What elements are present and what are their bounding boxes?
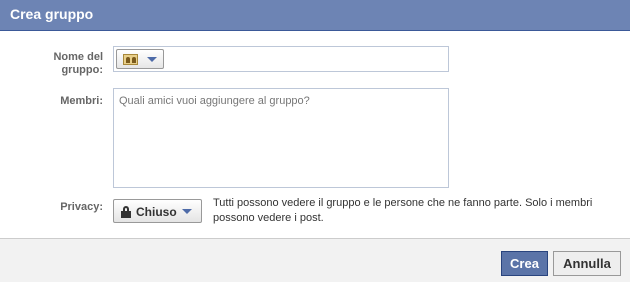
group-name-input[interactable] [166, 49, 446, 69]
create-button[interactable]: Crea [501, 251, 548, 276]
chevron-down-icon [147, 57, 157, 62]
group-icon-selector[interactable] [116, 49, 164, 69]
lock-icon [121, 206, 131, 218]
create-group-dialog: Crea gruppo Nome del gruppo: Membri: Qua… [0, 0, 630, 282]
privacy-value: Chiuso [136, 205, 177, 219]
group-name-field [113, 46, 449, 72]
dialog-footer: Crea Annulla [0, 238, 630, 282]
group-name-label: Nome del gruppo: [10, 51, 103, 77]
privacy-description: Tutti possono vedere il gruppo e le pers… [213, 197, 593, 224]
group-name-label-line2: gruppo: [61, 64, 103, 76]
privacy-label: Privacy: [60, 201, 103, 213]
group-name-label-line1: Nome del [53, 51, 103, 63]
group-people-icon [123, 54, 138, 65]
chevron-down-icon [182, 209, 192, 214]
cancel-button[interactable]: Annulla [553, 251, 621, 276]
dialog-title: Crea gruppo [10, 6, 94, 22]
members-placeholder: Quali amici vuoi aggiungere al gruppo? [119, 95, 310, 107]
members-input[interactable]: Quali amici vuoi aggiungere al gruppo? [113, 88, 449, 188]
privacy-dropdown-button[interactable]: Chiuso [113, 199, 202, 223]
dialog-titlebar: Crea gruppo [0, 0, 630, 31]
members-label: Membri: [60, 95, 103, 107]
